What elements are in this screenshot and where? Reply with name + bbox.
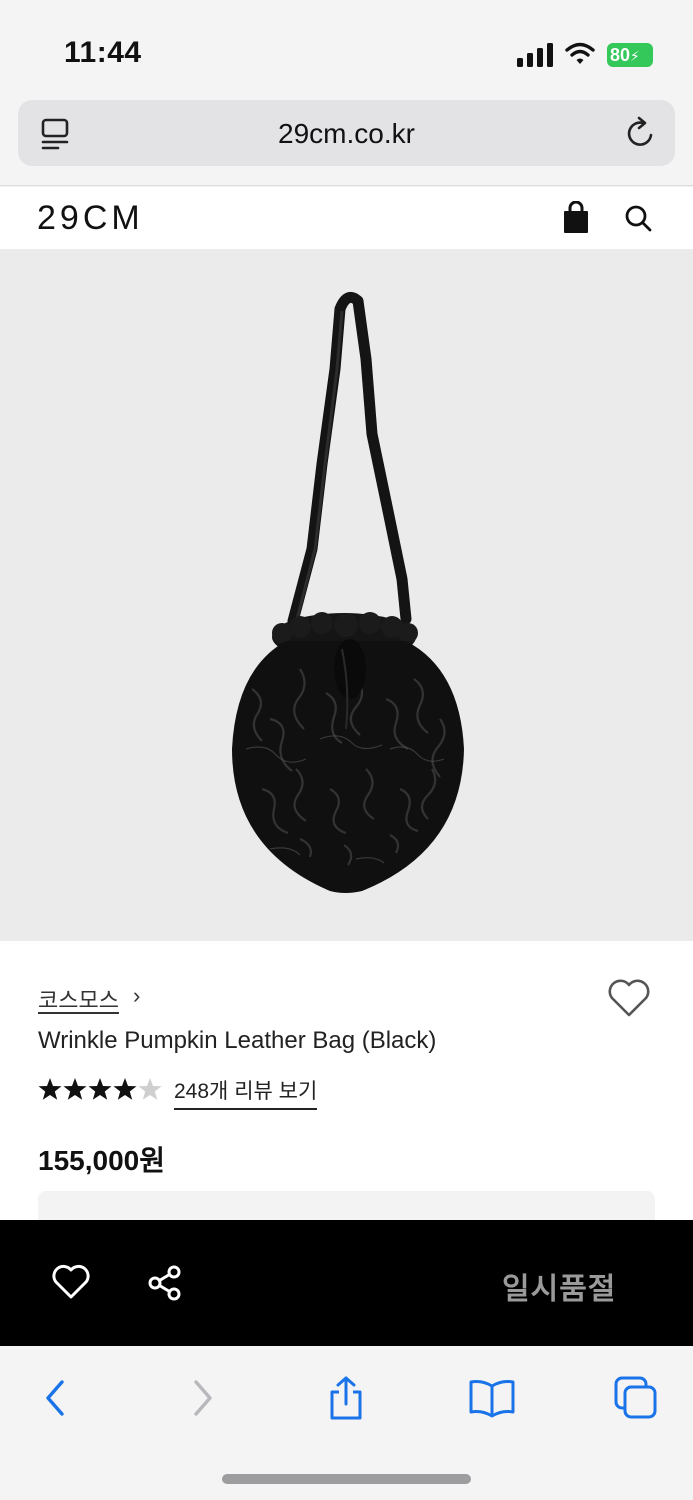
wifi-icon xyxy=(565,42,595,64)
star-icon xyxy=(38,1078,62,1100)
brand-link[interactable]: 코스모스 xyxy=(38,983,119,1015)
site-header: 29CM xyxy=(0,187,693,249)
sold-out-button[interactable]: 일시품절 xyxy=(502,1264,616,1308)
product-price: 155,000원 xyxy=(38,1145,165,1176)
site-logo[interactable]: 29CM xyxy=(37,199,144,238)
cellular-signal-icon xyxy=(517,43,553,67)
status-bar: 11:44 80⚡ xyxy=(0,0,693,100)
star-icon xyxy=(88,1078,112,1100)
product-image[interactable] xyxy=(0,249,693,941)
back-arrow-icon[interactable] xyxy=(38,1376,72,1420)
shopping-bag-icon[interactable] xyxy=(560,201,592,235)
heart-icon[interactable] xyxy=(52,1264,90,1300)
browser-toolbar xyxy=(0,1346,693,1500)
book-icon[interactable] xyxy=(468,1376,516,1420)
address-bar[interactable]: 29cm.co.kr xyxy=(18,100,675,166)
share-box-icon[interactable] xyxy=(326,1376,366,1420)
review-link[interactable]: 248개 리뷰 보기 xyxy=(174,1075,318,1110)
purchase-action-bar: 일시품절 xyxy=(0,1220,693,1346)
product-info: 코스모스 › Wrinkle Pumpkin Leather Bag (Blac… xyxy=(0,941,693,1231)
star-icon xyxy=(63,1078,87,1100)
product-photo-bag xyxy=(232,291,464,893)
product-name: Wrinkle Pumpkin Leather Bag (Black) xyxy=(38,1027,437,1054)
chevron-right-icon[interactable]: › xyxy=(133,983,140,1009)
heart-icon[interactable] xyxy=(606,977,652,1019)
rating-stars xyxy=(38,1078,162,1100)
status-time: 11:44 xyxy=(64,36,142,69)
forward-arrow-icon[interactable] xyxy=(186,1376,220,1420)
share-icon[interactable] xyxy=(146,1264,184,1302)
browser-address-area: 29cm.co.kr xyxy=(0,100,693,186)
star-icon xyxy=(138,1078,162,1100)
star-icon xyxy=(113,1078,137,1100)
reload-icon[interactable] xyxy=(624,116,658,150)
tabs-icon[interactable] xyxy=(612,1376,660,1420)
url-text[interactable]: 29cm.co.kr xyxy=(18,118,675,150)
home-indicator[interactable] xyxy=(222,1474,471,1484)
search-icon[interactable] xyxy=(622,201,654,235)
battery-indicator: 80⚡ xyxy=(607,43,653,67)
